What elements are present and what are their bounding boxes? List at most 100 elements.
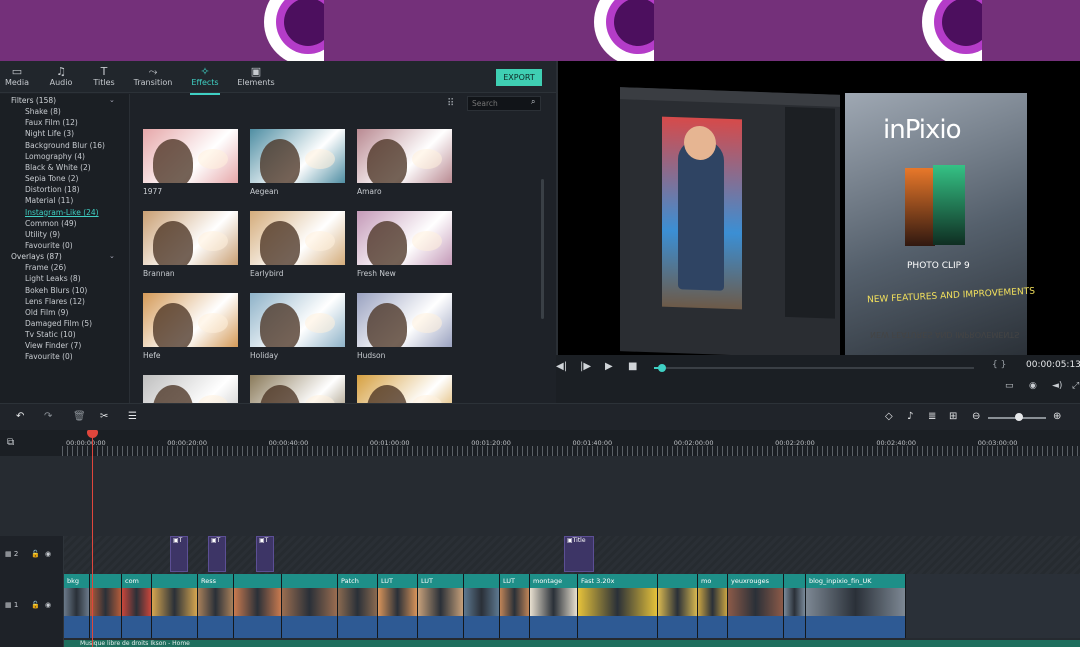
search-icon[interactable]: ⌕ xyxy=(531,97,535,107)
category-item[interactable]: Lomography (4) xyxy=(25,152,85,161)
category-item[interactable]: Distortion (18) xyxy=(25,185,80,194)
category-item[interactable]: Instagram-Like (24) xyxy=(25,208,99,217)
title-clip[interactable]: ▣T xyxy=(208,536,226,572)
effect-thumbnail[interactable]: Amaro xyxy=(357,129,452,209)
effect-thumbnail[interactable]: Holiday xyxy=(250,293,345,373)
grid-view-icon[interactable]: ⠿ xyxy=(447,98,458,109)
adjust-icon[interactable]: ☰ xyxy=(128,411,137,422)
video-clip[interactable]: yeuxrouges xyxy=(728,574,784,638)
fullscreen-icon[interactable]: ⤢ xyxy=(1072,381,1079,391)
mixer-icon[interactable]: ≣ xyxy=(928,411,936,422)
cut-icon[interactable]: ✂ xyxy=(100,411,108,422)
stop-icon[interactable]: ■ xyxy=(628,361,637,372)
playback-slider[interactable] xyxy=(654,364,974,372)
video-clip[interactable]: LUT xyxy=(418,574,464,638)
video-clip[interactable] xyxy=(90,574,122,638)
zoom-in-icon[interactable]: ⊕ xyxy=(1053,411,1061,422)
category-item[interactable]: View Finder (7) xyxy=(25,341,81,350)
effect-thumbnail[interactable]: Aegean xyxy=(250,129,345,209)
video-clip[interactable]: com xyxy=(122,574,152,638)
video-clip[interactable] xyxy=(234,574,282,638)
category-item[interactable]: Background Blur (16) xyxy=(25,141,105,150)
category-item[interactable]: Old Film (9) xyxy=(25,308,68,317)
video-clip[interactable] xyxy=(658,574,698,638)
track-1[interactable]: bkg com Ress Patch LUT LUT LUT montage Fast 3.20… xyxy=(64,574,1080,638)
marker-icon[interactable]: ◇ xyxy=(885,411,893,422)
title-clip[interactable]: ▣T xyxy=(256,536,274,572)
category-item[interactable]: Bokeh Blurs (10) xyxy=(25,286,87,295)
category-item[interactable]: Light Leaks (8) xyxy=(25,274,81,283)
category-item[interactable]: Black & White (2) xyxy=(25,163,91,172)
play-icon[interactable]: ▶ xyxy=(605,361,613,372)
timeline-ruler[interactable]: ⧉ 00:00:00:00 00:00:20:00 00:00:40:00 00:01… xyxy=(0,430,1080,456)
category-group-filters[interactable]: Filters (158) ⌄ xyxy=(11,96,115,105)
effect-thumbnail[interactable]: Fresh New xyxy=(357,211,452,291)
category-item[interactable]: Night Life (3) xyxy=(25,129,74,138)
video-clip[interactable]: LUT xyxy=(378,574,418,638)
eye-icon[interactable]: ◉ xyxy=(45,550,51,558)
category-item[interactable]: Sepia Tone (2) xyxy=(25,174,78,183)
video-clip[interactable]: montage xyxy=(530,574,578,638)
category-item[interactable]: Lens Flares (12) xyxy=(25,297,85,306)
mic-icon[interactable]: ♪ xyxy=(907,411,913,422)
effect-thumbnail[interactable]: Brannan xyxy=(143,211,238,291)
video-clip[interactable]: Fast 3.20x xyxy=(578,574,658,638)
category-item[interactable]: Tv Static (10) xyxy=(25,330,76,339)
category-item[interactable]: Damaged Film (5) xyxy=(25,319,92,328)
effect-thumbnail[interactable] xyxy=(357,375,452,403)
volume-icon[interactable]: ◄) xyxy=(1052,381,1062,391)
video-clip[interactable]: blog_inpixio_fin_UK xyxy=(806,574,906,638)
category-item[interactable]: Favourite (0) xyxy=(25,352,73,361)
export-button[interactable]: EXPORT xyxy=(496,69,542,86)
tab-titles[interactable]: T Titles xyxy=(79,65,129,91)
play-frame-icon[interactable]: |▶ xyxy=(580,361,591,372)
zoom-out-icon[interactable]: ⊖ xyxy=(972,411,980,422)
lock-icon[interactable]: 🔓 xyxy=(31,601,40,609)
video-clip[interactable]: bkg xyxy=(64,574,90,638)
category-item[interactable]: Utility (9) xyxy=(25,230,60,239)
effect-thumbnail[interactable]: Earlybird xyxy=(250,211,345,291)
category-item[interactable]: Favourite (0) xyxy=(25,241,73,250)
category-item[interactable]: Frame (26) xyxy=(25,263,66,272)
chevron-down-icon[interactable]: ⌄ xyxy=(109,96,115,104)
video-clip[interactable] xyxy=(784,574,806,638)
snapshot-icon[interactable]: ◉ xyxy=(1029,381,1037,391)
category-item[interactable]: Faux Film (12) xyxy=(25,118,78,127)
tab-elements[interactable]: ▣ Elements xyxy=(231,65,281,91)
zoom-slider-knob[interactable] xyxy=(1015,413,1023,421)
category-item[interactable]: Shake (8) xyxy=(25,107,61,116)
video-clip[interactable]: Patch xyxy=(338,574,378,638)
video-clip[interactable]: LUT xyxy=(500,574,530,638)
video-clip[interactable] xyxy=(152,574,198,638)
add-track-icon[interactable]: ⧉ xyxy=(7,437,14,448)
undo-icon[interactable]: ↶ xyxy=(16,411,24,422)
video-clip[interactable]: Ress xyxy=(198,574,234,638)
video-clip[interactable]: mo xyxy=(698,574,728,638)
step-back-icon[interactable]: ◀| xyxy=(556,361,567,372)
chevron-down-icon[interactable]: ⌄ xyxy=(109,252,115,260)
title-clip[interactable]: ▣T xyxy=(170,536,188,572)
display-settings-icon[interactable]: ▭ xyxy=(1005,381,1014,391)
video-clip[interactable] xyxy=(464,574,500,638)
effect-thumbnail[interactable]: Hefe xyxy=(143,293,238,373)
category-group-overlays[interactable]: Overlays (87) ⌄ xyxy=(11,252,115,261)
effect-thumbnail[interactable] xyxy=(143,375,238,403)
lock-icon[interactable]: 🔓 xyxy=(31,550,40,558)
tab-effects[interactable]: ✧ Effects xyxy=(180,65,230,95)
effect-thumbnail[interactable]: Hudson xyxy=(357,293,452,373)
audio-clip[interactable]: Musique libre de droits Ikson - Home xyxy=(64,640,1080,647)
effect-thumbnail[interactable] xyxy=(250,375,345,403)
library-scrollbar[interactable] xyxy=(541,179,544,319)
category-item[interactable]: Material (11) xyxy=(25,196,73,205)
search-input[interactable] xyxy=(467,96,541,111)
title-clip[interactable]: ▣Title xyxy=(564,536,594,572)
mark-in-out-icon[interactable]: { } xyxy=(992,360,1006,370)
render-icon[interactable]: ⊞ xyxy=(949,411,957,422)
delete-icon[interactable]: 🗑 xyxy=(73,411,86,422)
redo-icon[interactable]: ↷ xyxy=(44,411,52,422)
category-item[interactable]: Common (49) xyxy=(25,219,77,228)
track-2[interactable]: ▣T ▣T ▣T ▣Title xyxy=(64,536,1080,574)
eye-icon[interactable]: ◉ xyxy=(45,601,51,609)
tab-transition[interactable]: ⤳ Transition xyxy=(128,65,178,91)
playhead[interactable] xyxy=(92,430,93,647)
